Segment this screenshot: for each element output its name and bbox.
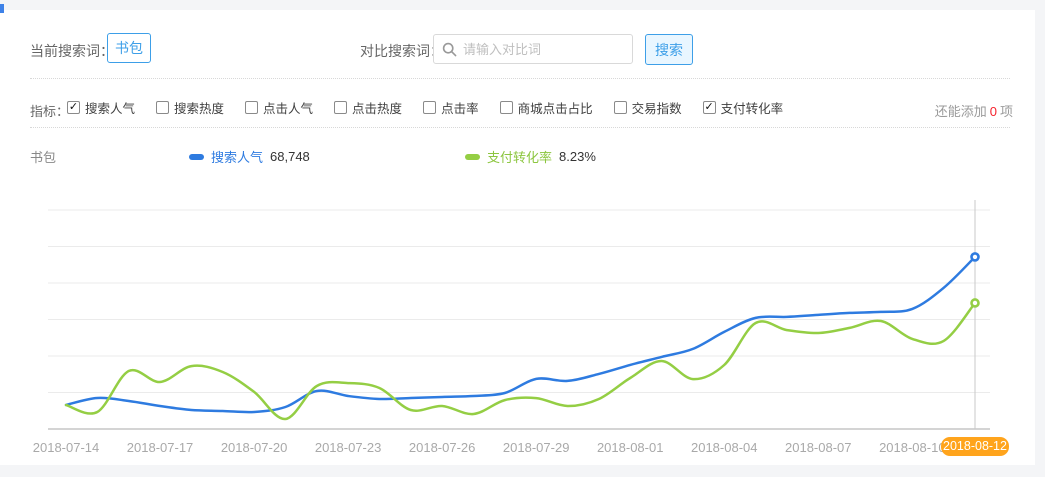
- x-axis-label: 2018-07-17: [115, 440, 205, 455]
- x-axis-label: 2018-07-29: [491, 440, 581, 455]
- x-axis-label: 2018-07-20: [209, 440, 299, 455]
- x-axis-label: 2018-07-23: [303, 440, 393, 455]
- search-trend-analysis-page: 当前搜索词： 书包 对比搜索词： 搜索 指标： ✓搜索人气搜索热度点击人气点击热…: [0, 0, 1045, 477]
- page-margin-right: [1035, 0, 1045, 477]
- page-margin-bottom: [0, 465, 1045, 477]
- x-axis-label: 2018-08-01: [585, 440, 675, 455]
- x-axis-label: 2018-07-14: [21, 440, 111, 455]
- endpoint-marker: [972, 253, 979, 260]
- endpoint-marker: [972, 299, 979, 306]
- x-axis-label: 2018-07-26: [397, 440, 487, 455]
- highlighted-date-badge: 2018-08-12: [941, 437, 1009, 456]
- series-line-支付转化率: [66, 303, 975, 419]
- corner-fragment: [0, 4, 4, 13]
- trend-line-chart: [0, 10, 1035, 465]
- series-line-搜索人气: [66, 257, 975, 412]
- x-axis-label: 2018-08-04: [679, 440, 769, 455]
- content-card: 当前搜索词： 书包 对比搜索词： 搜索 指标： ✓搜索人气搜索热度点击人气点击热…: [0, 10, 1035, 465]
- x-axis-label: 2018-08-07: [773, 440, 863, 455]
